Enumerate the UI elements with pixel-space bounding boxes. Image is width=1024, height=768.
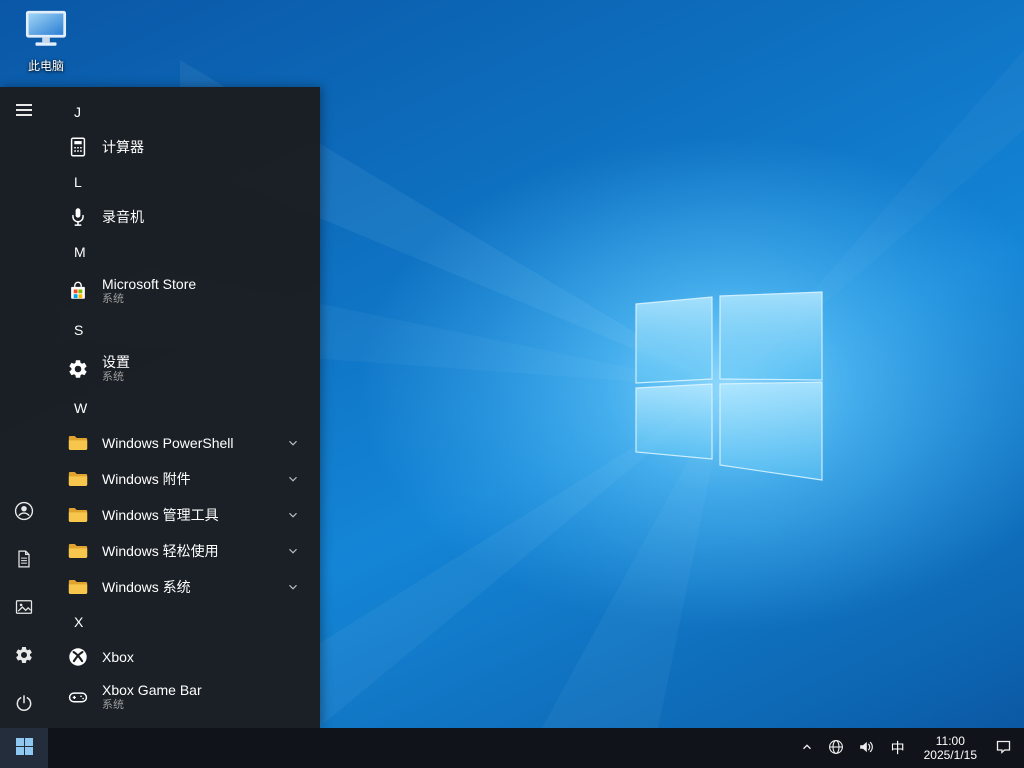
start-app-calculator[interactable]: 计算器 (48, 129, 320, 165)
ime-indicator[interactable]: 中 (881, 728, 915, 768)
start-menu: J 计算器 L 录音机 M Microsoft Store 系统 S 设置 系统… (0, 87, 320, 728)
power-icon (14, 693, 34, 716)
start-button[interactable] (0, 728, 48, 768)
gear-icon (66, 357, 90, 381)
group-letter-label: L (74, 174, 82, 190)
app-label: Windows 轻松使用 (102, 542, 219, 559)
action-center-button[interactable] (986, 728, 1024, 768)
xbox-icon (66, 645, 90, 669)
group-letter-label: S (74, 322, 84, 338)
app-label: 录音机 (102, 208, 144, 225)
app-label: Windows 系统 (102, 578, 191, 595)
this-pc-monitor-icon (23, 8, 69, 55)
ime-label: 中 (890, 740, 905, 756)
speaker-icon (858, 739, 874, 758)
network-button[interactable] (821, 728, 851, 768)
chevron-down-icon[interactable] (286, 544, 300, 558)
desktop: 此电脑 J 计算器 L 录音机 M Microsoft Store 系统 S 设… (0, 0, 1024, 768)
hamburger-icon (15, 101, 33, 122)
settings-gear-icon (14, 645, 34, 668)
calculator-icon (66, 135, 90, 159)
start-folder-windows-system[interactable]: Windows 系统 (48, 569, 320, 605)
windows-logo-icon (15, 738, 33, 758)
app-sublabel: 系统 (102, 292, 124, 305)
volume-button[interactable] (851, 728, 881, 768)
documents-button[interactable] (0, 536, 48, 584)
start-app-list: J 计算器 L 录音机 M Microsoft Store 系统 S 设置 系统… (48, 87, 320, 728)
start-app-xbox-game-bar[interactable]: Xbox Game Bar 系统 (48, 675, 320, 719)
gamebar-icon (66, 685, 90, 709)
start-folder-windows-admin-tools[interactable]: Windows 管理工具 (48, 497, 320, 533)
group-letter-label: W (74, 400, 88, 416)
chevron-down-icon[interactable] (286, 436, 300, 450)
chevron-down-icon[interactable] (286, 508, 300, 522)
desktop-icon-label: 此电脑 (27, 59, 64, 73)
app-label: Windows PowerShell (102, 434, 234, 451)
app-label: Xbox (102, 648, 134, 665)
settings-button[interactable] (0, 632, 48, 680)
start-app-xbox[interactable]: Xbox (48, 639, 320, 675)
power-button[interactable] (0, 680, 48, 728)
clock-date: 2025/1/15 (923, 748, 977, 762)
store-icon (66, 279, 90, 303)
clock[interactable]: 11:00 2025/1/15 (915, 728, 986, 768)
app-label: Xbox Game Bar (102, 682, 202, 698)
start-menu-rail (0, 87, 48, 728)
user-icon (13, 500, 35, 525)
chevron-down-icon[interactable] (286, 580, 300, 594)
app-group-letter-w[interactable]: W (48, 391, 320, 425)
network-globe-icon (828, 739, 844, 758)
app-label: 设置 (102, 354, 130, 370)
group-letter-label: M (74, 244, 86, 260)
system-tray: 中 11:00 2025/1/15 (793, 728, 1024, 768)
app-group-letter-s[interactable]: S (48, 313, 320, 347)
chevron-up-icon (800, 740, 814, 757)
folder-icon (66, 575, 90, 599)
clock-time: 11:00 (935, 734, 965, 748)
app-sublabel: 系统 (102, 370, 124, 383)
app-label: 计算器 (102, 138, 144, 155)
start-folder-windows-powershell[interactable]: Windows PowerShell (48, 425, 320, 461)
start-app-microsoft-store[interactable]: Microsoft Store 系统 (48, 269, 320, 313)
folder-icon (66, 503, 90, 527)
app-group-letter-m[interactable]: M (48, 235, 320, 269)
group-letter-label: J (74, 104, 81, 120)
app-group-letter-l[interactable]: L (48, 165, 320, 199)
desktop-icon-this-pc[interactable]: 此电脑 (8, 8, 84, 74)
pictures-icon (14, 597, 34, 620)
documents-icon (14, 549, 34, 572)
action-center-icon (995, 738, 1012, 758)
app-group-letter-j[interactable]: J (48, 95, 320, 129)
app-group-letter-x[interactable]: X (48, 605, 320, 639)
microphone-icon (66, 205, 90, 229)
app-label: Microsoft Store (102, 276, 197, 292)
folder-icon (66, 431, 90, 455)
app-label: Windows 附件 (102, 470, 191, 487)
start-folder-windows-accessories[interactable]: Windows 附件 (48, 461, 320, 497)
start-folder-windows-ease-of-access[interactable]: Windows 轻松使用 (48, 533, 320, 569)
folder-icon (66, 467, 90, 491)
start-all-menu-button[interactable] (0, 87, 48, 135)
start-app-settings[interactable]: 设置 系统 (48, 347, 320, 391)
app-group-letter-z[interactable]: Z (48, 719, 320, 728)
tray-overflow-button[interactable] (793, 728, 821, 768)
folder-icon (66, 539, 90, 563)
start-app-voice-recorder[interactable]: 录音机 (48, 199, 320, 235)
chevron-down-icon[interactable] (286, 472, 300, 486)
taskbar: 中 11:00 2025/1/15 (0, 728, 1024, 768)
app-label: Windows 管理工具 (102, 506, 219, 523)
user-account-button[interactable] (0, 488, 48, 536)
app-sublabel: 系统 (102, 698, 124, 711)
pictures-button[interactable] (0, 584, 48, 632)
group-letter-label: X (74, 614, 84, 630)
